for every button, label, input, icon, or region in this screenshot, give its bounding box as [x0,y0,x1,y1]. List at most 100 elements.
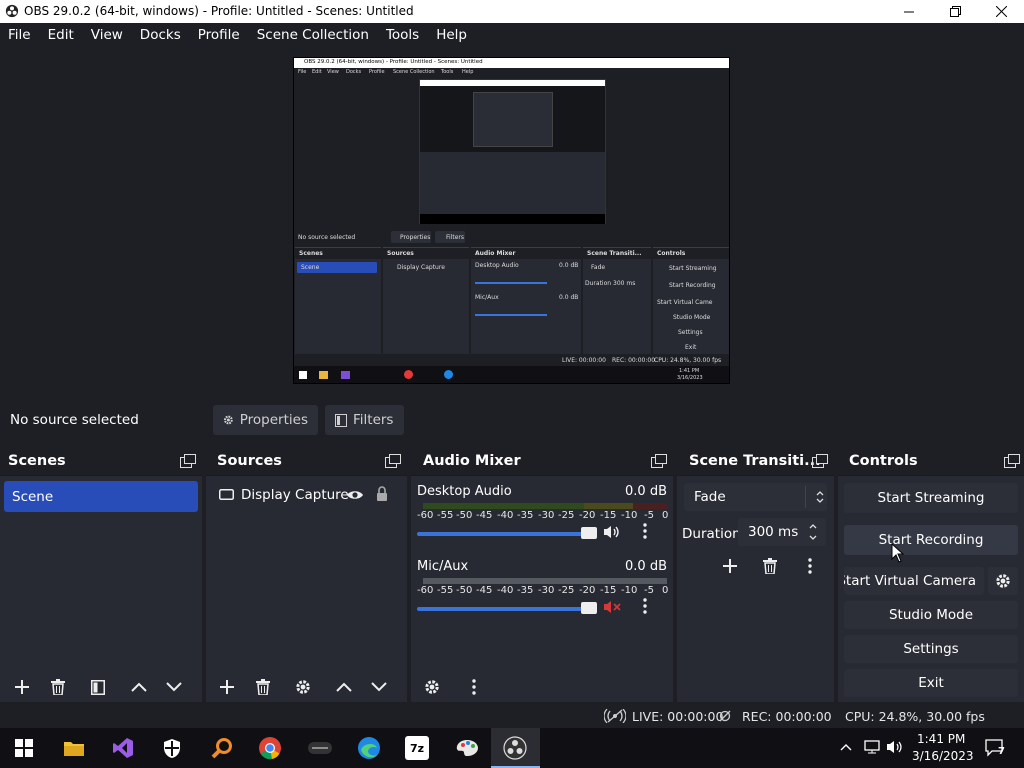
move-source-down-button[interactable] [367,676,391,698]
volume-slider-handle[interactable] [581,602,597,614]
studio-mode-label: Studio Mode [888,607,974,623]
channel-db: 0.0 dB [625,484,667,499]
remove-scene-button[interactable] [46,676,70,698]
undock-icon[interactable] [180,454,196,468]
menu-docks[interactable]: Docks [132,27,189,43]
file-explorer-icon[interactable] [62,736,86,760]
move-scene-down-button[interactable] [162,676,186,698]
preview-menu-edit: Edit [312,69,322,75]
sources-title: Sources [217,453,282,469]
volume-slider[interactable] [417,532,597,536]
undock-icon[interactable] [1004,454,1020,468]
scene-item[interactable]: Scene [4,481,198,512]
undock-icon[interactable] [812,454,828,468]
restore-button[interactable] [932,0,978,23]
lock-icon[interactable] [376,486,388,502]
close-button[interactable] [978,0,1024,23]
start-recording-button[interactable]: Start Recording [844,525,1018,555]
advanced-audio-button[interactable] [420,676,444,698]
search-app-icon[interactable] [210,736,234,760]
transitions-body: Fade Duration 300 ms [677,476,834,673]
7zip-icon[interactable]: 7z [405,736,429,760]
volume-slider-handle[interactable] [581,527,597,539]
speaker-icon[interactable] [603,525,621,539]
properties-button[interactable]: Properties [213,405,318,435]
obs-taskbar-active[interactable] [491,728,540,768]
scenes-dock: Scenes Scene [0,447,202,702]
start-streaming-button[interactable]: Start Streaming [844,483,1018,513]
preview-settings: Settings [678,329,703,336]
volume-icon[interactable] [886,740,902,754]
menu-profile[interactable]: Profile [190,27,248,43]
preview-title-bar: OBS 29.0.2 (64-bit, windows) - Profile: … [294,58,729,68]
gear-icon [425,680,439,694]
preview-area[interactable]: OBS 29.0.2 (64-bit, windows) - Profile: … [0,47,1024,395]
menu-edit[interactable]: Edit [40,27,82,43]
app-icon[interactable] [308,736,332,760]
clock-date[interactable]: 3/16/2023 [912,749,974,763]
add-source-button[interactable] [215,676,239,698]
network-icon[interactable] [864,740,880,754]
minimize-button[interactable] [886,0,932,23]
menu-view[interactable]: View [83,27,131,43]
security-icon[interactable] [160,736,184,760]
move-source-up-button[interactable] [332,676,356,698]
exit-button[interactable]: Exit [844,669,1018,697]
menu-help[interactable]: Help [428,27,475,43]
add-transition-button[interactable] [718,555,742,577]
preview-mic-db: 0.0 dB [559,294,579,301]
studio-mode-button[interactable]: Studio Mode [844,601,1018,629]
kebab-menu-icon[interactable] [643,523,647,539]
duration-spinbox[interactable]: 300 ms [738,518,826,546]
volume-slider[interactable] [417,607,597,611]
virtual-camera-settings-button[interactable] [988,567,1018,595]
preview-menu-profile: Profile [369,69,385,75]
exit-label: Exit [918,675,944,691]
start-streaming-label: Start Streaming [877,490,985,506]
preview-canvas[interactable]: OBS 29.0.2 (64-bit, windows) - Profile: … [293,57,730,384]
preview-menu-help: Help [462,69,474,75]
show-hidden-icons-icon[interactable] [840,743,852,751]
menu-tools[interactable]: Tools [378,27,427,43]
clock-time[interactable]: 1:41 PM [917,732,965,746]
preview-mic-aux: Mic/Aux [475,294,499,301]
visual-studio-icon[interactable] [111,736,135,760]
transition-select[interactable]: Fade [684,483,827,511]
chevron-down-icon [166,682,182,692]
menu-bar: File Edit View Docks Profile Scene Colle… [0,23,1024,47]
speaker-muted-icon[interactable] [603,600,621,614]
edge-icon[interactable] [357,736,381,760]
transition-menu-button[interactable] [798,555,822,577]
remove-transition-button[interactable] [758,555,782,577]
remove-source-button[interactable] [251,676,275,698]
start-virtual-camera-button[interactable]: Start Virtual Camera [844,567,984,595]
settings-button[interactable]: Settings [844,635,1018,663]
controls-title: Controls [849,453,918,469]
menu-scene-collection[interactable]: Scene Collection [249,27,377,43]
preview-duration-value: 300 ms [613,280,636,287]
mixer-menu-button[interactable] [462,676,486,698]
move-scene-up-button[interactable] [127,676,151,698]
channel-name: Desktop Audio [417,484,512,499]
volume-meter [423,503,667,509]
menu-file[interactable]: File [0,27,39,43]
preview-menu-view: View [327,69,339,75]
source-properties-button[interactable] [291,676,315,698]
undock-icon[interactable] [385,454,401,468]
undock-icon[interactable] [651,454,667,468]
meter-scale: -60 -55 -50 -45 -40 -35 -30 -25 -20 -15 -10 -5 0 [417,510,669,521]
channel-name: Mic/Aux [417,559,469,574]
eye-icon[interactable] [346,489,364,501]
kebab-menu-icon[interactable] [643,598,647,614]
windows-start-icon[interactable] [12,736,36,760]
paint-icon[interactable] [455,736,479,760]
filters-button[interactable]: Filters [325,405,404,435]
scene-filters-button[interactable] [86,676,110,698]
status-bar: LIVE: 00:00:00 REC: 00:00:00 CPU: 24.8%,… [0,704,1024,728]
source-item[interactable]: Display Capture [216,484,397,506]
controls-dock: Controls Start Streaming Start Recording… [838,447,1024,702]
chrome-icon[interactable] [258,736,282,760]
add-scene-button[interactable] [10,676,34,698]
spin-arrows-icon[interactable] [809,523,817,541]
preview-window-title: OBS 29.0.2 (64-bit, windows) - Profile: … [304,59,483,65]
